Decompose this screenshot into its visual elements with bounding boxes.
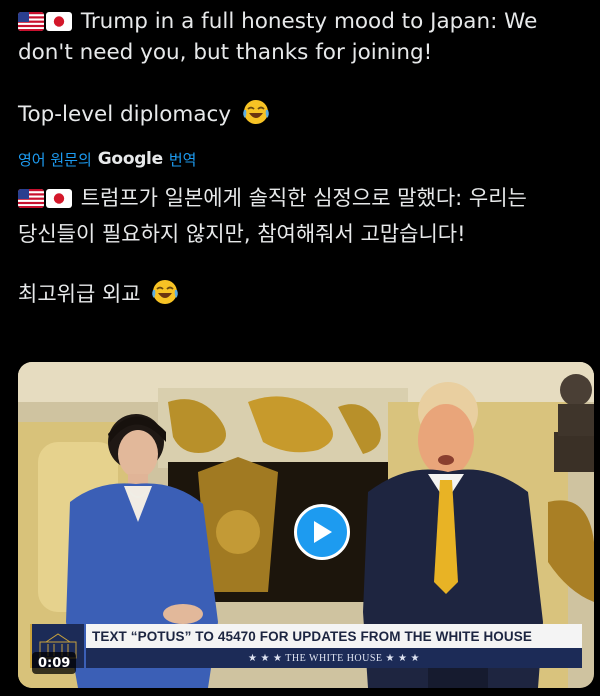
google-logo: Google: [97, 149, 163, 169]
translation-attribution[interactable]: 영어 원문의 Google 번역: [18, 146, 588, 172]
play-button[interactable]: [294, 504, 350, 560]
translation-suffix: 번역: [168, 150, 197, 169]
tweet-body: Trump in a full honesty mood to Japan: W…: [18, 6, 588, 316]
translated-text-line-2: 당신들이 필요하지 않지만, 참여해줘서 고맙습니다!: [18, 222, 466, 246]
tweet-text-line-2: don't need you, but thanks for joining!: [18, 40, 433, 65]
translated-text: 트럼프가 일본에게 솔직한 심정으로 말했다: 우리는 당신들이 필요하지 않지…: [18, 180, 588, 316]
translation-prefix: 영어 원문의: [18, 150, 92, 169]
banner-subtitle: ★ ★ ★ THE WHITE HOUSE ★ ★ ★: [86, 648, 582, 668]
tweet-line-3: Top-level diplomacy: [18, 99, 588, 134]
laughing-face-icon: [151, 279, 179, 316]
translated-text-line-1: 트럼프가 일본에게 솔직한 심정으로 말했다: 우리는: [80, 186, 527, 210]
translated-line-3: 최고위급 외교: [18, 276, 588, 316]
translated-text-line-3: 최고위급 외교: [18, 282, 141, 306]
us-flag-icon: [18, 189, 44, 208]
laughing-face-icon: [242, 99, 270, 134]
lower-third-banner: TEXT “POTUS” TO 45470 FOR UPDATES FROM T…: [86, 624, 582, 668]
banner-text: TEXT “POTUS” TO 45470 FOR UPDATES FROM T…: [86, 624, 582, 648]
japan-flag-icon: [46, 189, 72, 208]
translated-line-1: 트럼프가 일본에게 솔직한 심정으로 말했다: 우리는: [18, 180, 588, 216]
video-player[interactable]: TEXT “POTUS” TO 45470 FOR UPDATES FROM T…: [18, 362, 594, 688]
us-flag-icon: [18, 12, 44, 31]
tweet-text-line-1: Trump in a full honesty mood to Japan: W…: [80, 9, 538, 34]
japan-flag-icon: [46, 12, 72, 31]
tweet-text-line-3: Top-level diplomacy: [18, 102, 232, 127]
video-timestamp: 0:09: [32, 652, 77, 674]
tweet-line-1: Trump in a full honesty mood to Japan: W…: [18, 6, 588, 37]
play-icon: [314, 521, 332, 543]
